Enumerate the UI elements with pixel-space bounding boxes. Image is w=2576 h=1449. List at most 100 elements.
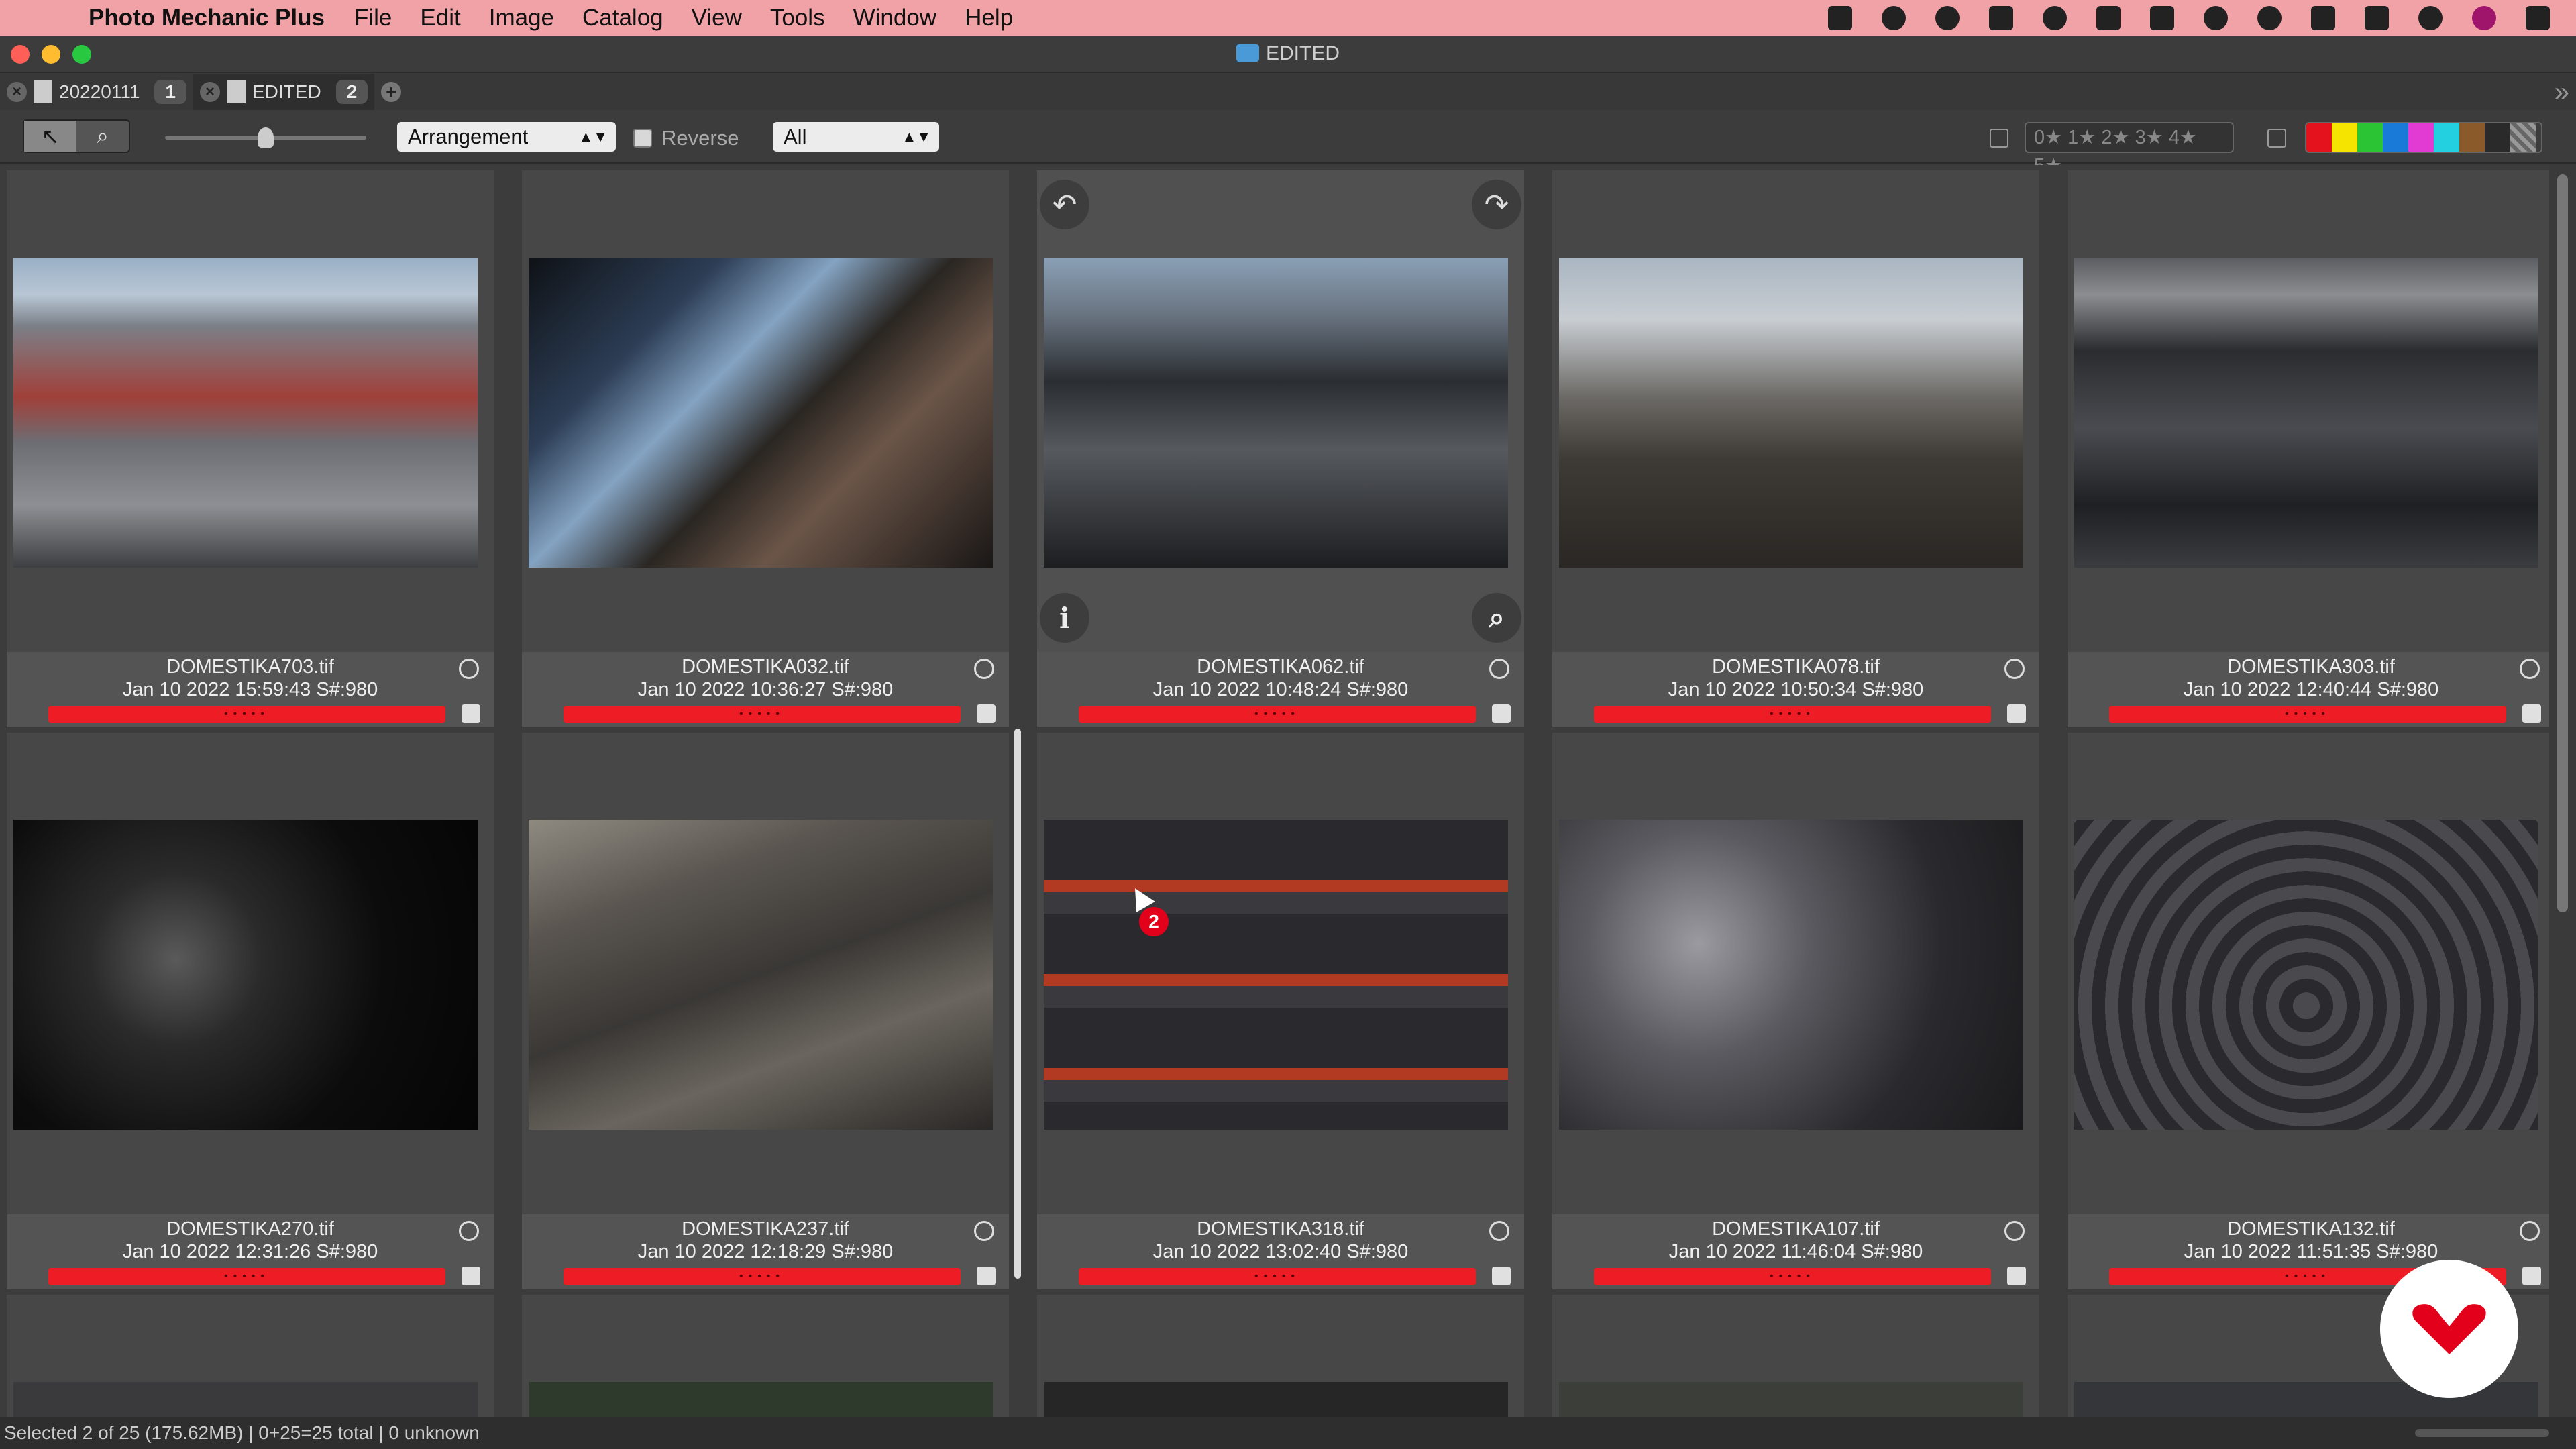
tag-checkbox[interactable] [2007, 704, 2026, 723]
scrollbar-thumb[interactable] [2557, 174, 2568, 912]
photo-cell[interactable] [1552, 1295, 2039, 1417]
color-class-bar[interactable]: ••••• [1594, 1268, 1991, 1285]
menu-help[interactable]: Help [965, 5, 1013, 32]
menu-catalog[interactable]: Catalog [582, 5, 663, 32]
color-purple[interactable] [2408, 123, 2434, 152]
column-divider-handle[interactable] [1014, 729, 1021, 1279]
control-center-icon[interactable] [2520, 5, 2556, 32]
menu-file[interactable]: File [354, 5, 392, 32]
rating-radio-icon[interactable] [1489, 659, 1509, 679]
rating-radio-icon[interactable] [459, 1221, 479, 1241]
tag-checkbox[interactable] [2522, 1267, 2541, 1285]
close-tab-icon[interactable]: × [7, 82, 27, 102]
photo-cell[interactable] [522, 1295, 1009, 1417]
rating-radio-icon[interactable] [2004, 1221, 2025, 1241]
rating-radio-icon[interactable] [2520, 659, 2540, 679]
photo-thumbnail[interactable] [1559, 1382, 2023, 1417]
menu-window[interactable]: Window [853, 5, 936, 32]
app-menu[interactable]: Photo Mechanic Plus [89, 5, 325, 32]
bluetooth-icon[interactable] [2198, 5, 2234, 32]
color-class-bar[interactable]: ••••• [2109, 706, 2506, 723]
rating-radio-icon[interactable] [974, 1221, 994, 1241]
color-class-filter[interactable] [2305, 122, 2542, 153]
magnifier-tool-icon[interactable]: ⌕ [76, 121, 129, 152]
star-rating-filter[interactable]: 0★ 1★ 2★ 3★ 4★ 5★ [2025, 122, 2234, 176]
color-brown[interactable] [2459, 123, 2485, 152]
reverse-checkbox[interactable] [633, 129, 652, 148]
photo-cell[interactable]: DOMESTIKA132.tif Jan 10 2022 11:51:35 S#… [2068, 733, 2549, 1289]
photo-cell[interactable]: DOMESTIKA032.tif Jan 10 2022 10:36:27 S#… [522, 170, 1009, 727]
star-filter-checkbox[interactable] [1990, 129, 2008, 148]
photo-thumbnail[interactable] [529, 258, 993, 568]
color-green[interactable] [2357, 123, 2383, 152]
magnify-icon[interactable]: ⌕ [1472, 593, 1521, 643]
tag-checkbox[interactable] [977, 1267, 996, 1285]
photo-thumbnail[interactable] [1559, 258, 2023, 568]
photo-cell[interactable] [1037, 1295, 1524, 1417]
photo-cell[interactable]: DOMESTIKA703.tif Jan 10 2022 15:59:43 S#… [7, 170, 494, 727]
rating-radio-icon[interactable] [2004, 659, 2025, 679]
photo-thumbnail[interactable] [1044, 820, 1508, 1130]
color-black[interactable] [2485, 123, 2510, 152]
photo-thumbnail[interactable] [13, 258, 478, 568]
photo-thumbnail[interactable] [2074, 258, 2538, 568]
menu-edit[interactable]: Edit [420, 5, 460, 32]
rating-radio-icon[interactable] [974, 659, 994, 679]
photo-cell[interactable] [7, 1295, 494, 1417]
tag-checkbox[interactable] [2522, 704, 2541, 723]
rotate-right-icon[interactable]: ↷ [1472, 180, 1521, 229]
close-tab-icon[interactable]: × [200, 82, 220, 102]
add-tab-icon[interactable]: + [381, 81, 402, 102]
shield-icon[interactable] [2090, 5, 2127, 32]
color-blue[interactable] [2383, 123, 2408, 152]
photo-thumbnail[interactable] [1044, 1382, 1508, 1417]
collapse-panel-icon[interactable]: » [2555, 77, 2569, 107]
photo-thumbnail[interactable] [2074, 820, 2538, 1130]
tag-checkbox[interactable] [2007, 1267, 2026, 1285]
photo-cell[interactable]: DOMESTIKA270.tif Jan 10 2022 12:31:26 S#… [7, 733, 494, 1289]
color-red[interactable] [2306, 123, 2332, 152]
vertical-scrollbar[interactable] [2553, 174, 2572, 1409]
photo-thumbnail[interactable] [529, 1382, 993, 1417]
creative-cloud-icon[interactable] [2037, 5, 2073, 32]
photo-thumbnail[interactable] [529, 820, 993, 1130]
tag-checkbox[interactable] [462, 704, 480, 723]
color-class-bar[interactable]: ••••• [1079, 1268, 1476, 1285]
photo-cell[interactable]: DOMESTIKA107.tif Jan 10 2022 11:46:04 S#… [1552, 733, 2039, 1289]
photo-cell-selected[interactable]: ↶ ↷ i ⌕ DOMESTIKA062.tif Jan 10 2022 10:… [1037, 170, 1524, 727]
spotlight-search-icon[interactable] [2412, 5, 2449, 32]
photo-thumbnail[interactable] [13, 1382, 478, 1417]
photo-cell[interactable]: DOMESTIKA237.tif Jan 10 2022 12:18:29 S#… [522, 733, 1009, 1289]
rating-radio-icon[interactable] [2520, 1221, 2540, 1241]
tag-checkbox[interactable] [977, 704, 996, 723]
filter-popup[interactable]: All ▲▼ [773, 122, 939, 152]
photo-thumbnail[interactable] [1044, 258, 1508, 568]
color-class-bar[interactable]: ••••• [564, 1268, 961, 1285]
tab-20220111[interactable]: × 20220111 1 [0, 74, 193, 110]
color-class-bar[interactable]: ••••• [564, 706, 961, 723]
binoculars-icon[interactable] [1822, 5, 1858, 32]
volume-icon[interactable] [2305, 5, 2341, 32]
photo-thumbnail[interactable] [13, 820, 478, 1130]
target-icon[interactable] [1929, 5, 1966, 32]
color-filter-checkbox[interactable] [2267, 129, 2286, 148]
sort-popup[interactable]: Arrangement ▲▼ [397, 122, 616, 152]
input-source-flag-icon[interactable] [2359, 5, 2395, 32]
slider-knob[interactable] [258, 127, 274, 148]
info-icon[interactable]: i [1040, 593, 1089, 643]
select-arrow-icon[interactable]: ↖ [24, 121, 76, 152]
tag-checkbox[interactable] [1492, 704, 1511, 723]
menu-tools[interactable]: Tools [770, 5, 825, 32]
rating-radio-icon[interactable] [459, 659, 479, 679]
color-class-bar[interactable]: ••••• [48, 1268, 445, 1285]
photo-cell[interactable]: DOMESTIKA078.tif Jan 10 2022 10:50:34 S#… [1552, 170, 2039, 727]
airplay-icon[interactable] [2144, 5, 2180, 32]
color-cyan[interactable] [2434, 123, 2459, 152]
color-none[interactable] [2510, 123, 2536, 152]
rotate-left-icon[interactable]: ↶ [1040, 180, 1089, 229]
photo-cell[interactable]: DOMESTIKA318.tif Jan 10 2022 13:02:40 S#… [1037, 733, 1524, 1289]
photo-thumbnail[interactable] [1559, 820, 2023, 1130]
color-yellow[interactable] [2332, 123, 2357, 152]
wifi-icon[interactable] [2251, 5, 2288, 32]
tag-checkbox[interactable] [462, 1267, 480, 1285]
